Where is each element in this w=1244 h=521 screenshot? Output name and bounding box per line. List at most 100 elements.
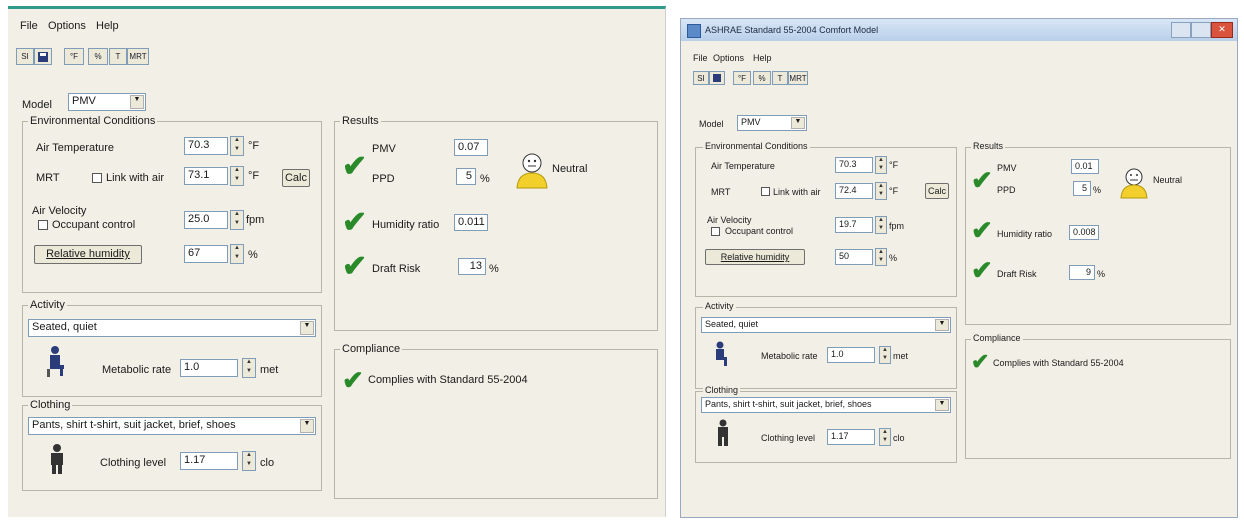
mrt-input[interactable]: 72.4 (835, 183, 873, 199)
humidity-check-icon: ✔ (971, 215, 993, 245)
link-with-air-checkbox[interactable] (761, 187, 770, 196)
pmv-check-icon: ✔ (971, 165, 993, 195)
air-temperature-input[interactable]: 70.3 (184, 137, 228, 155)
occupant-control-checkbox[interactable] (38, 220, 48, 230)
air-velocity-input[interactable]: 19.7 (835, 217, 873, 233)
model-select[interactable]: PMV ▼ (737, 115, 807, 131)
calc-button[interactable]: Calc (925, 183, 949, 199)
activity-select[interactable]: Seated, quiet ▼ (701, 317, 951, 333)
mrt-spinner[interactable]: ▲ ▼ (230, 166, 244, 186)
mrt-input[interactable]: 73.1 (184, 167, 228, 185)
air-velocity-spinner[interactable]: ▲ ▼ (230, 210, 244, 230)
mrt-button[interactable]: MRT (127, 48, 149, 65)
air-temperature-spinner[interactable]: ▲ ▼ (875, 156, 887, 174)
activity-value: Seated, quiet (32, 321, 97, 333)
relative-humidity-button[interactable]: Relative humidity (34, 245, 142, 264)
save-button[interactable] (34, 48, 52, 65)
temp-unit-button[interactable]: °F (64, 48, 84, 65)
draft-risk-value: 13 (458, 258, 486, 275)
air-velocity-input[interactable]: 25.0 (184, 211, 228, 229)
chevron-down-icon: ▼ (300, 419, 314, 433)
metabolic-rate-unit: met (893, 351, 909, 361)
ppd-label: PPD (997, 185, 1016, 195)
compliance-check-icon: ✔ (971, 349, 990, 374)
relative-humidity-input[interactable]: 67 (184, 245, 228, 263)
ppd-label: PPD (372, 173, 395, 185)
temperature-button[interactable]: T (109, 48, 127, 65)
menu-file[interactable]: File (693, 53, 708, 63)
app-icon (687, 24, 701, 38)
occupant-control-checkbox[interactable] (711, 227, 720, 236)
results-legend: Results (340, 115, 381, 127)
minimize-button[interactable] (1171, 22, 1191, 38)
occupant-control-label: Occupant control (725, 226, 794, 236)
mrt-spinner[interactable]: ▲ ▼ (875, 182, 887, 200)
activity-select[interactable]: Seated, quiet ▼ (28, 319, 316, 337)
save-button[interactable] (709, 71, 725, 85)
neutral-face-icon (516, 153, 548, 189)
sensation-label: Neutral (552, 163, 588, 175)
ppd-value: 5 (1073, 181, 1091, 196)
draft-risk-unit: % (489, 263, 499, 275)
clothed-person-icon (51, 444, 63, 474)
relative-humidity-spinner[interactable]: ▲ ▼ (230, 244, 244, 264)
temp-unit-button[interactable]: °F (733, 71, 751, 85)
air-temperature-label: Air Temperature (711, 161, 775, 171)
pmv-value: 0.07 (454, 139, 488, 156)
clothing-select[interactable]: Pants, shirt t-shirt, suit jacket, brief… (701, 397, 951, 413)
units-si-button[interactable]: SI (693, 71, 709, 85)
clothing-level-spinner[interactable]: ▲ ▼ (879, 428, 891, 446)
menu-file[interactable]: File (20, 20, 38, 32)
compliance-group (965, 339, 1231, 459)
clothing-legend: Clothing (28, 399, 73, 411)
relative-humidity-spinner[interactable]: ▲ ▼ (875, 248, 887, 266)
chevron-down-icon: ▼ (935, 319, 949, 331)
metabolic-rate-spinner[interactable]: ▲ ▼ (242, 358, 256, 378)
compliance-text: Complies with Standard 55-2004 (368, 374, 528, 386)
mrt-button[interactable]: MRT (788, 71, 808, 85)
clothing-level-spinner[interactable]: ▲ ▼ (242, 451, 256, 471)
units-si-button[interactable]: SI (16, 48, 34, 65)
draft-risk-label: Draft Risk (372, 263, 421, 275)
clothing-value: Pants, shirt t-shirt, suit jacket, brief… (705, 399, 872, 409)
maximize-button[interactable] (1191, 22, 1211, 38)
menu-help[interactable]: Help (753, 53, 772, 63)
air-velocity-spinner[interactable]: ▲ ▼ (875, 216, 887, 234)
menu-options[interactable]: Options (48, 20, 86, 32)
units-si-label: SI (697, 73, 705, 83)
clothing-level-input[interactable]: 1.17 (180, 452, 238, 470)
menu-help[interactable]: Help (96, 20, 119, 32)
humidity-ratio-value: 0.008 (1069, 225, 1099, 240)
relative-humidity-input[interactable]: 50 (835, 249, 873, 265)
temperature-button[interactable]: T (772, 71, 788, 85)
close-button[interactable]: ✕ (1211, 22, 1233, 38)
metabolic-rate-spinner[interactable]: ▲ ▼ (879, 346, 891, 364)
temp-unit-label: °F (737, 73, 747, 83)
sensation-label: Neutral (1153, 175, 1183, 185)
percent-button[interactable]: % (753, 71, 771, 85)
model-select[interactable]: PMV ▼ (68, 93, 146, 111)
link-with-air-checkbox[interactable] (92, 173, 102, 183)
clothing-level-input[interactable]: 1.17 (827, 429, 875, 445)
percent-button[interactable]: % (88, 48, 108, 65)
clothing-value: Pants, shirt t-shirt, suit jacket, brief… (32, 419, 236, 431)
model-label: Model (22, 99, 52, 111)
air-temperature-input[interactable]: 70.3 (835, 157, 873, 173)
menu-options[interactable]: Options (713, 53, 744, 63)
relative-humidity-button[interactable]: Relative humidity (705, 249, 805, 265)
chevron-down-icon: ▼ (791, 117, 805, 129)
humidity-ratio-label: Humidity ratio (997, 229, 1053, 239)
clothing-level-label: Clothing level (761, 433, 816, 443)
metabolic-rate-label: Metabolic rate (102, 364, 172, 376)
calc-button[interactable]: Calc (282, 169, 310, 187)
environmental-conditions-legend: Environmental Conditions (703, 141, 810, 151)
compliance-legend: Compliance (971, 333, 1023, 343)
air-velocity-unit: fpm (889, 221, 905, 231)
mrt-label: MRT (36, 172, 60, 184)
metabolic-rate-input[interactable]: 1.0 (827, 347, 875, 363)
air-temperature-spinner[interactable]: ▲ ▼ (230, 136, 244, 156)
temperature-label: T (777, 73, 783, 83)
metabolic-rate-input[interactable]: 1.0 (180, 359, 238, 377)
save-icon (38, 51, 48, 62)
clothing-select[interactable]: Pants, shirt t-shirt, suit jacket, brief… (28, 417, 316, 435)
